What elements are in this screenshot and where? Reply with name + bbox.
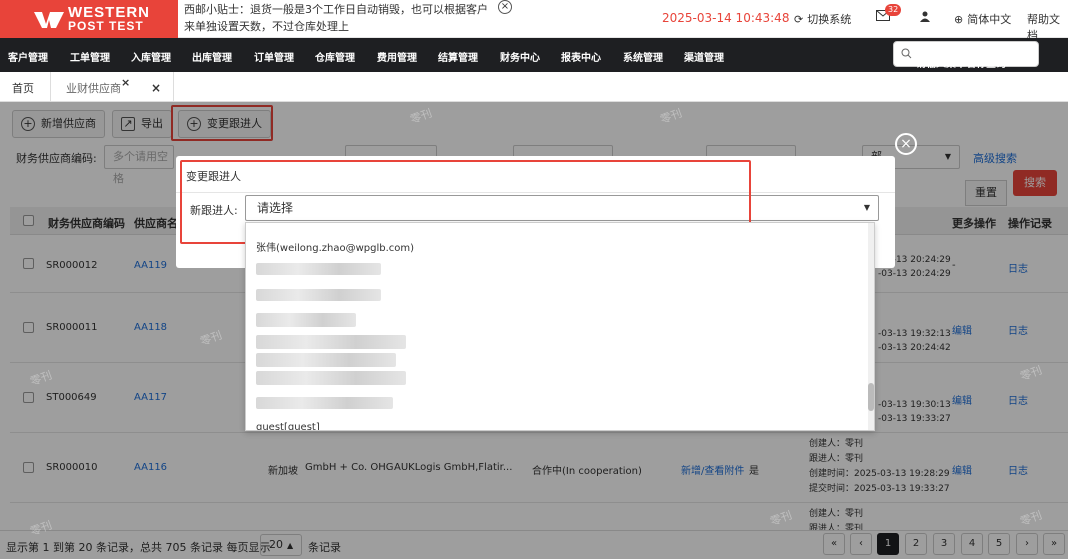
close-all-icon[interactable]: × (151, 81, 161, 95)
top-bar: WESTERN POST TEST 西邮小贴士：退货一般是3个工作日自动销毁，也… (0, 0, 1068, 42)
nav-item-workorder[interactable]: 工单管理 (70, 49, 110, 64)
search-icon (901, 48, 912, 59)
nav-item-system[interactable]: 系统管理 (623, 49, 663, 64)
nav-item-settlement[interactable]: 结算管理 (438, 49, 478, 64)
tab-current-label: 业财供应商 (66, 82, 121, 95)
nav-item-channel[interactable]: 渠道管理 (684, 49, 724, 64)
language-label: 简体中文 (967, 13, 1012, 26)
dropdown-option[interactable]: guest[guest] (256, 422, 320, 430)
tip-text: 西邮小贴士：退货一般是3个工作日自动销毁，也可以根据客户来单独设置天数，不过仓库… (184, 3, 488, 33)
brand-line2: POST TEST (68, 19, 144, 33)
switch-system-button[interactable]: ⟳ 切换系统 (794, 11, 851, 27)
tip-close-icon[interactable]: × (498, 0, 512, 14)
blurred-option[interactable] (256, 397, 393, 409)
blurred-option[interactable] (256, 353, 396, 367)
switch-system-label: 切换系统 (807, 13, 852, 26)
user-icon[interactable] (920, 11, 930, 22)
nav-item-fees[interactable]: 费用管理 (377, 49, 417, 64)
logo-mark-icon (34, 12, 64, 28)
blurred-option[interactable] (256, 335, 406, 349)
nav-item-customer[interactable]: 客户管理 (8, 49, 48, 64)
tab-current[interactable]: 业财供应商 × × (50, 72, 174, 102)
nav-item-finance[interactable]: 财务中心 (500, 49, 540, 64)
dropdown-option[interactable]: 张伟(weilong.zhao@wpglb.com) (256, 239, 414, 254)
nav-item-reports[interactable]: 报表中心 (561, 49, 601, 64)
nav-item-order[interactable]: 订单管理 (254, 49, 294, 64)
brand-logo[interactable]: WESTERN POST TEST (0, 0, 178, 38)
nav-item-inbound[interactable]: 入库管理 (131, 49, 171, 64)
menu-search-input[interactable]: 请输入菜单名称查询 (893, 41, 1039, 70)
follower-dropdown: 张伟(weilong.zhao@wpglb.com) guest[guest] (245, 222, 875, 431)
nav-item-warehouse[interactable]: 仓库管理 (315, 49, 355, 64)
notification-badge: 32 (885, 4, 902, 16)
caret-down-icon: ▼ (863, 203, 870, 212)
language-switch[interactable]: ⊕ 简体中文 (954, 11, 1011, 27)
modal-close-icon[interactable]: × (895, 133, 917, 155)
refresh-icon: ⟳ (794, 12, 804, 26)
main-nav: 客户管理 工单管理 入库管理 出库管理 订单管理 仓库管理 费用管理 结算管理 … (0, 38, 1068, 72)
page-tabs: 首页 业财供应商 × × (0, 72, 1068, 102)
tab-close-icon[interactable]: × (121, 76, 130, 89)
blurred-option[interactable] (256, 289, 381, 301)
tab-home[interactable]: 首页 (12, 72, 34, 102)
blurred-option[interactable] (256, 263, 381, 275)
datetime: 2025-03-14 10:43:48 (662, 11, 790, 25)
nav-item-outbound[interactable]: 出库管理 (192, 49, 232, 64)
globe-icon: ⊕ (954, 12, 964, 26)
dropdown-scrollbar[interactable] (868, 223, 874, 430)
blurred-option[interactable] (256, 313, 356, 327)
blurred-option[interactable] (256, 371, 406, 385)
scrollbar-thumb[interactable] (868, 383, 874, 411)
